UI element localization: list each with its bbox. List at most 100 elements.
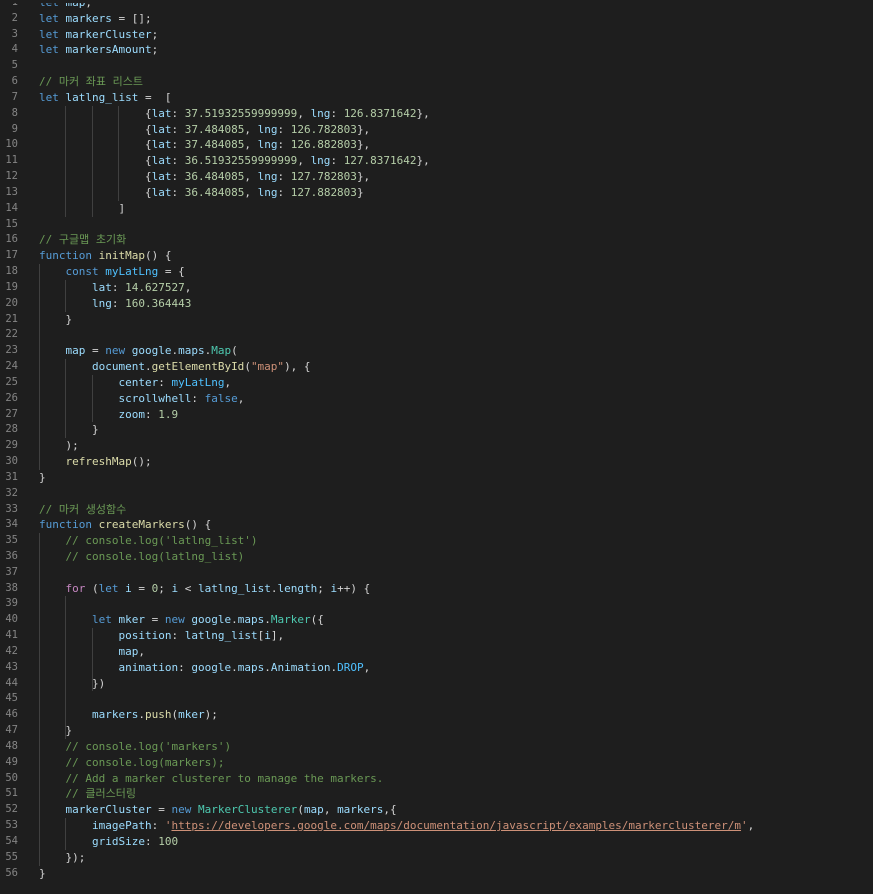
code-line[interactable]: 20 lng: 160.364443 — [0, 295, 873, 312]
code-line[interactable]: 25 center: myLatLng, — [0, 374, 873, 391]
code-token: maps — [178, 344, 205, 358]
code-line[interactable]: 6 // 마커 좌표 리스트 — [0, 74, 873, 90]
code-token: Map — [211, 344, 232, 358]
line-text: document.getElementById("map"), { — [39, 359, 311, 375]
code-line[interactable]: 27 zoom: 1.9 — [0, 406, 873, 423]
code-line[interactable]: 56} — [0, 866, 873, 882]
code-line[interactable]: 55 }); — [0, 849, 873, 866]
code-line[interactable]: 22 — [0, 327, 873, 344]
code-token: function — [39, 249, 99, 263]
code-line[interactable]: 49 // console.log(markers); — [0, 754, 873, 771]
code-line[interactable]: 36 // console.log(latlng_list) — [0, 548, 873, 565]
code-line[interactable]: 50 // Add a marker clusterer to manage t… — [0, 770, 873, 787]
code-token: = { — [158, 265, 185, 279]
code-line[interactable]: 40 let mker = new google.maps.Marker({ — [0, 612, 873, 629]
code-line[interactable]: 34 function createMarkers() { — [0, 517, 873, 533]
code-token: = []; — [111, 11, 152, 25]
code-line[interactable]: 17 function initMap() { — [0, 248, 873, 264]
code-token: : — [151, 819, 165, 833]
code-token: ( — [231, 344, 238, 358]
code-token: < — [178, 581, 198, 595]
code-token: 36.51932559999999 — [184, 154, 298, 168]
code-line[interactable]: 44 }) — [0, 675, 873, 692]
code-line[interactable]: 7 let latlng_list = [ — [0, 90, 873, 106]
code-line[interactable]: 23 map = new google.maps.Map( — [0, 343, 873, 360]
code-token: : — [277, 122, 291, 136]
line-text: // 구글맵 초기화 — [39, 232, 126, 248]
code-line[interactable]: 10 {lat: 37.484085, lng: 126.882803}, — [0, 137, 873, 154]
code-token: ); — [39, 439, 79, 453]
code-line[interactable]: 37 — [0, 564, 873, 581]
code-token: lat — [151, 106, 172, 120]
code-token: // console.log('markers') — [65, 739, 232, 753]
code-token: ], — [270, 629, 285, 643]
code-line[interactable]: 48 // console.log('markers') — [0, 738, 873, 755]
code-token: Animation — [270, 660, 331, 674]
code-line[interactable]: 38 for (let i = 0; i < latlng_list.lengt… — [0, 580, 873, 597]
line-number: 13 — [5, 185, 18, 198]
line-number: 39 — [5, 597, 18, 610]
code-token: 36.484085 — [184, 185, 245, 199]
line-number: 24 — [5, 360, 18, 373]
code-line[interactable]: 11 {lat: 36.51932559999999, lng: 127.837… — [0, 153, 873, 170]
code-token: myLatLng — [171, 375, 225, 389]
code-line[interactable]: 28 } — [0, 422, 873, 439]
code-token: lat — [91, 280, 112, 294]
code-line[interactable]: 43 animation: google.maps.Animation.DROP… — [0, 659, 873, 676]
code-line[interactable]: 15 — [0, 217, 873, 233]
code-line[interactable]: 54 gridSize: 100 — [0, 833, 873, 850]
code-token: : — [171, 170, 185, 184]
code-token: markersAmount — [65, 43, 152, 57]
code-token: // 클러스터링 — [65, 787, 136, 801]
line-number: 17 — [5, 249, 18, 262]
code-line[interactable]: 26 scrollwhell: false, — [0, 390, 873, 407]
code-line[interactable]: 8 {lat: 37.51932559999999, lng: 126.8371… — [0, 105, 873, 122]
code-line[interactable]: 9 {lat: 37.484085, lng: 126.782803}, — [0, 121, 873, 138]
code-token: 127.882803 — [290, 185, 357, 199]
code-line[interactable]: 39 — [0, 596, 873, 613]
line-number: 34 — [5, 518, 18, 531]
code-area[interactable]: 1 let map; 2 let markers = []; 3 let markerCl… — [0, 0, 873, 881]
line-text: center: myLatLng, — [39, 375, 231, 391]
code-line[interactable]: 5 — [0, 58, 873, 74]
code-line[interactable]: 53 imagePath: 'https://developers.google… — [0, 818, 873, 834]
code-line[interactable]: 42 map, — [0, 643, 873, 660]
code-token: . — [264, 613, 271, 627]
code-token: new — [164, 613, 192, 627]
code-line[interactable]: 12 {lat: 36.484085, lng: 127.782803}, — [0, 169, 873, 185]
code-line[interactable]: 4 let markersAmount; — [0, 42, 873, 58]
code-line[interactable]: 35 // console.log('latlng_list') — [0, 533, 873, 549]
code-line[interactable]: 18 const myLatLng = { — [0, 264, 873, 280]
code-line[interactable]: 46 markers.push(mker); — [0, 707, 873, 724]
line-text: } — [39, 470, 46, 486]
code-line[interactable]: 14 ] — [0, 200, 873, 217]
code-editor[interactable]: 1 let map; 2 let markers = []; 3 let markerCl… — [0, 0, 873, 894]
code-line[interactable]: 41 position: latlng_list[i], — [0, 628, 873, 644]
code-line[interactable]: 52 markerCluster = new MarkerClusterer(m… — [0, 802, 873, 819]
code-line[interactable]: 29 ); — [0, 438, 873, 455]
code-line[interactable]: 45 — [0, 691, 873, 708]
code-line[interactable]: 2 let markers = []; — [0, 11, 873, 27]
code-line[interactable]: 13 {lat: 36.484085, lng: 127.882803} — [0, 184, 873, 201]
code-token: , — [237, 391, 245, 405]
code-token: myLatLng — [105, 265, 159, 279]
code-line[interactable]: 30 refreshMap(); — [0, 454, 873, 470]
code-line[interactable]: 32 — [0, 486, 873, 502]
line-number: 40 — [5, 613, 18, 626]
line-text: map, — [39, 644, 145, 660]
code-token: // 마커 생성함수 — [39, 502, 127, 516]
code-line[interactable]: 19 lat: 14.627527, — [0, 279, 873, 296]
code-line[interactable]: 3 let markerCluster; — [0, 27, 873, 43]
code-line[interactable]: 24 document.getElementById("map"), { — [0, 359, 873, 375]
code-line[interactable]: 47 } — [0, 723, 873, 739]
code-line[interactable]: 21 } — [0, 311, 873, 328]
code-line[interactable]: 31} — [0, 470, 873, 486]
code-line[interactable]: 51 // 클러스터링 — [0, 786, 873, 803]
line-text: }) — [39, 676, 105, 692]
code-line[interactable]: 33 // 마커 생성함수 — [0, 502, 873, 518]
code-line[interactable]: 16 // 구글맵 초기화 — [0, 232, 873, 248]
